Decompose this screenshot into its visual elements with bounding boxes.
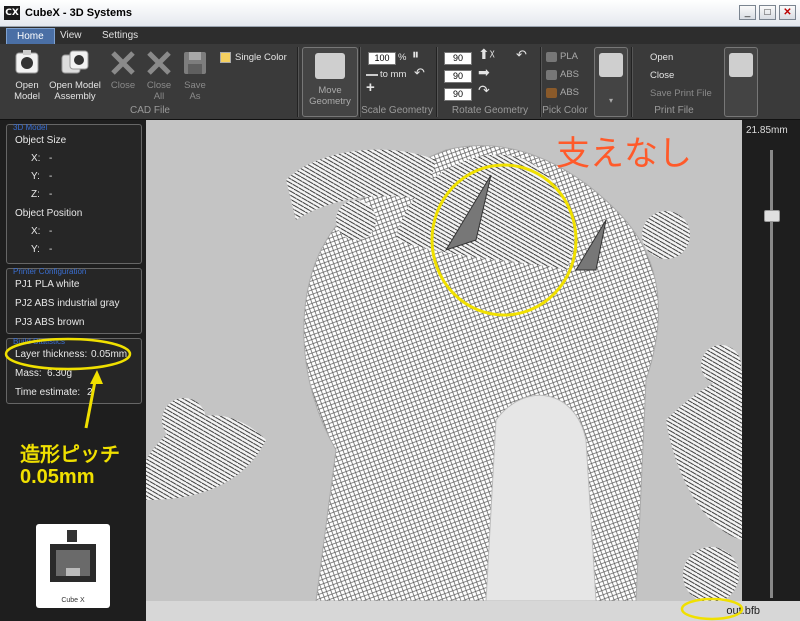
tab-settings[interactable]: Settings [92,28,148,44]
print-button[interactable] [724,47,758,117]
title-bar: CX CubeX - 3D Systems _ □ ✕ [0,0,800,27]
layer-thickness-highlight [4,337,132,371]
close-all-label: Close All [146,80,172,102]
open-assembly-label: Open Model Assembly [49,80,101,102]
rotate-y-input[interactable]: 90 [444,70,472,83]
pitch-note-line1: 造形ピッチ [20,444,120,466]
separator [631,47,633,117]
tab-home[interactable]: Home [6,28,55,44]
cartridge-icon [546,87,557,98]
z-slider-value: 21.85mm [746,125,788,136]
open-model-icon [15,50,39,74]
close-all-button[interactable]: Close All [142,49,176,102]
pitch-note-line2: 0.05mm [20,466,95,488]
printer-card-label: Cube X [61,597,85,604]
open-assembly-icon [61,50,89,74]
separator [436,47,438,117]
save-as-label: Save As [184,80,206,102]
pick-abs2-label: ABS [560,87,580,98]
printer-icon [50,530,96,582]
support-note: 支えなし [556,134,692,174]
rotate-z-arrow-icon[interactable]: ↷ [478,83,490,97]
close-x-icon [111,51,135,75]
close-model-button[interactable]: Close [106,49,140,91]
close-window-button[interactable]: ✕ [779,5,796,20]
rotate-y-arrow-icon[interactable]: ➡ [478,65,490,79]
status-bar: out.bfb [146,597,800,621]
tab-view[interactable]: View [50,28,92,44]
printer-card: Cube X [36,524,110,608]
save-as-button[interactable]: Save As [178,49,212,102]
print-open-button[interactable]: Open [650,52,673,63]
open-model-label: Open Model [14,80,40,102]
cad-file-group-label: CAD File [129,105,170,116]
scale-line-icon [366,73,378,76]
pick-abs-label: ABS [560,69,580,80]
scale-geometry-group-label: Scale Geometry [361,105,433,116]
separator [297,47,299,117]
scale-percent-unit: % [398,52,407,63]
rotate-z-input[interactable]: 90 [444,88,472,101]
maximize-button[interactable]: □ [759,5,776,20]
scale-to-mm-label: to mm [380,69,407,80]
window-title: CubeX - 3D Systems [25,7,132,19]
minimize-button[interactable]: _ [739,5,756,20]
print-swatch [729,53,753,77]
rotate-geometry-group-label: Rotate Geometry [451,105,529,116]
rotate-undo-icon[interactable]: ↶ [516,48,527,61]
single-color-checkbox[interactable]: Single Color [220,52,287,63]
model-render [146,145,742,601]
sidebar: 3D Model Object Size X: - Y: - Z: - Obje… [0,120,146,621]
save-print-file-button[interactable]: Save Print File [650,88,712,99]
scale-percent-input[interactable]: 100 [368,52,396,65]
print-file-group-label: Print File [654,105,694,116]
cubex-logo: CX [4,6,20,20]
close-all-x-icon [147,51,171,75]
floppy-disk-icon [184,52,206,74]
cartridge-icon [546,69,557,80]
z-slider-handle[interactable] [764,210,780,222]
close-model-label: Close [110,80,136,91]
move-geometry-swatch [315,53,345,79]
pick-pla-label: PLA [560,51,578,62]
dropdown-arrow-icon: ▾ [608,96,613,105]
move-geometry-button[interactable]: Move Geometry [302,47,358,117]
pick-pla-button[interactable]: PLA [546,51,578,62]
print-close-button[interactable]: Close [650,70,674,81]
pick-abs-button[interactable]: ABS [546,69,579,80]
cartridge-icon [546,51,557,62]
pitch-arrow-head [90,370,103,384]
open-model-button[interactable]: Open Model [8,49,46,102]
rotate-x-arrow-icon[interactable]: ⬆ᵡ [478,47,495,61]
color-dropdown-button[interactable]: ▾ [594,47,628,117]
move-geometry-label: Move Geometry [309,85,351,107]
rotate-x-input[interactable]: 90 [444,52,472,65]
ribbon: Home View Settings Open Model Open Model… [0,27,800,120]
z-slider-panel: 21.85mm [742,120,800,601]
scale-plus-icon[interactable]: + [366,80,375,95]
model-body [146,145,742,601]
pick-abs2-button[interactable]: ABS [546,87,579,98]
ribbon-tabs: Home View Settings [0,27,800,44]
checkbox-icon [220,52,231,63]
scale-undo-icon[interactable]: ↶ [414,66,425,79]
lock-scale-icon[interactable]: ⏸ [412,47,419,61]
model-viewport[interactable]: 支えなし [146,120,742,601]
open-assembly-button[interactable]: Open Model Assembly [46,49,104,102]
pick-color-group-label: Pick Color [542,105,588,116]
filename-highlight [680,597,744,621]
color-swatch [599,53,623,77]
single-color-label: Single Color [235,52,287,63]
